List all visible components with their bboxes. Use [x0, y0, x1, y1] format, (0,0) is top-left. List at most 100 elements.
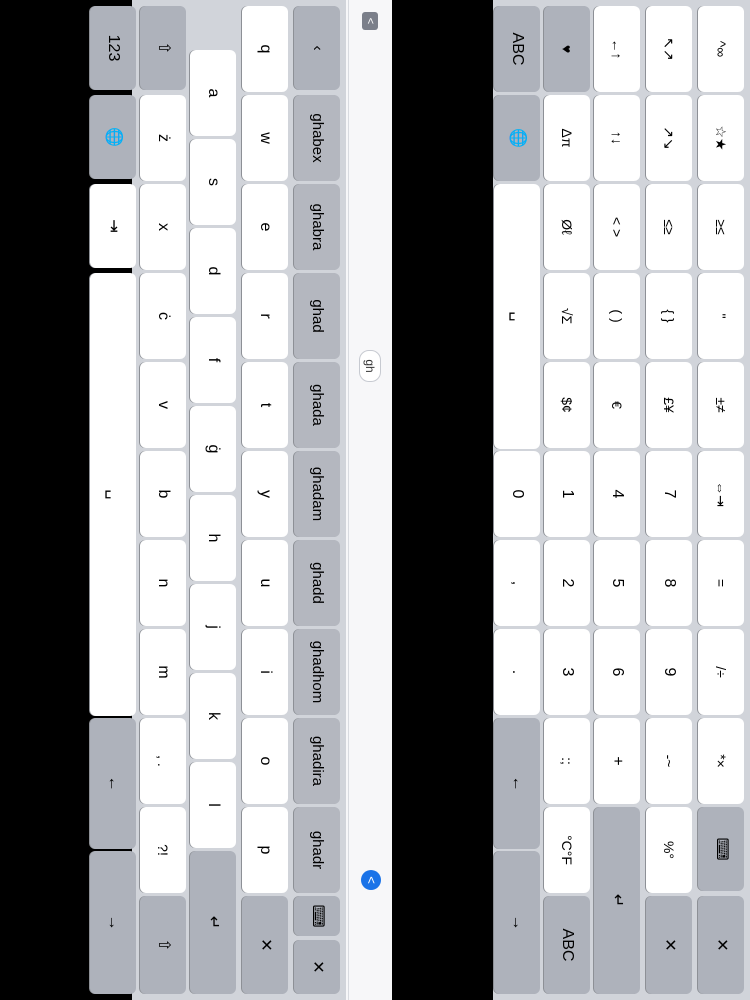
delete-key[interactable]: ✕ — [242, 896, 288, 994]
delete-key[interactable]: ✕ — [698, 896, 744, 994]
tab-key[interactable]: ⇥ — [90, 184, 136, 268]
key-j[interactable]: j — [190, 584, 236, 670]
key-braces[interactable]: { } — [646, 273, 692, 359]
suggestion-word[interactable]: ghadd — [294, 540, 340, 626]
left-arrow-key[interactable]: ← — [494, 718, 540, 849]
right-arrow-key[interactable]: → — [494, 851, 540, 994]
key-minus-tilde[interactable]: -~ — [646, 718, 692, 804]
suggestion-back[interactable]: ‹ — [294, 6, 340, 90]
key-q[interactable]: q — [242, 6, 288, 92]
abc-key[interactable]: ABC — [544, 896, 590, 994]
key-1[interactable]: 1 — [544, 451, 590, 537]
key-h[interactable]: h — [190, 495, 236, 581]
key-d[interactable]: d — [190, 228, 236, 314]
key-apple-heart[interactable]: ♥ — [544, 6, 590, 92]
keyboard-hide-key[interactable]: ⌨ — [698, 807, 744, 891]
return-key[interactable]: ↵ — [190, 851, 236, 994]
key-b[interactable]: b — [140, 451, 186, 537]
key-e[interactable]: e — [242, 184, 288, 270]
shift-key[interactable]: ⇧ — [140, 6, 186, 90]
key-oslash-ell[interactable]: Øℓ — [544, 184, 590, 270]
key-sqrt-sigma[interactable]: √Σ — [544, 273, 590, 359]
delete-key[interactable]: ✕ — [646, 896, 692, 994]
key-stars[interactable]: ☆★ — [698, 95, 744, 181]
key-p[interactable]: p — [242, 807, 288, 893]
key-9[interactable]: 9 — [646, 629, 692, 715]
key-8[interactable]: 8 — [646, 540, 692, 626]
key-r[interactable]: r — [242, 273, 288, 359]
key-pound-yen[interactable]: £¥ — [646, 362, 692, 448]
key-caret-infinity[interactable]: ^∞ — [698, 6, 744, 92]
key-a[interactable]: a — [190, 50, 236, 136]
return-key[interactable]: ↵ — [594, 807, 640, 994]
key-comma-period[interactable]: , . — [140, 718, 186, 804]
suggestion-word[interactable]: ghada — [294, 362, 340, 448]
key-5[interactable]: 5 — [594, 540, 640, 626]
key-arrows[interactable]: ⇔⇥ — [698, 451, 744, 537]
key-0[interactable]: 0 — [494, 451, 540, 537]
collapse-chip[interactable]: < — [362, 12, 378, 30]
key-euro[interactable]: € — [594, 362, 640, 448]
key-4[interactable]: 4 — [594, 451, 640, 537]
key-v[interactable]: v — [140, 362, 186, 448]
key-m[interactable]: m — [140, 629, 186, 715]
key-period[interactable]: . — [494, 629, 540, 715]
key-quotes[interactable]: '' — [698, 273, 744, 359]
suggestion-word[interactable]: ghad — [294, 273, 340, 359]
key-diag-arrows-2[interactable]: ↗↘ — [646, 95, 692, 181]
key-c-dot[interactable]: ċ — [140, 273, 186, 359]
key-angle-brackets[interactable]: < > — [594, 184, 640, 270]
key-asterisk-times[interactable]: *× — [698, 718, 744, 804]
key-plus[interactable]: + — [594, 718, 640, 804]
abc-key[interactable]: ABC — [494, 6, 540, 92]
key-3[interactable]: 3 — [544, 629, 590, 715]
globe-icon[interactable]: 🌐 — [494, 95, 540, 181]
key-plusminus-ne[interactable]: ±≠ — [698, 362, 744, 448]
key-s[interactable]: s — [190, 139, 236, 225]
key-le-ge[interactable]: ≤≥ — [646, 184, 692, 270]
key-k[interactable]: k — [190, 673, 236, 759]
key-diag-arrows[interactable]: ↖↗ — [646, 6, 692, 92]
key-o[interactable]: o — [242, 718, 288, 804]
space-key[interactable]: ␣ — [494, 184, 540, 449]
suggestion-word[interactable]: ghadhom — [294, 629, 340, 715]
key-w[interactable]: w — [242, 95, 288, 181]
key-celsius-fahrenheit[interactable]: °C°F — [544, 807, 590, 893]
space-key[interactable]: ␣ — [90, 273, 136, 716]
suggestion-word[interactable]: ghabra — [294, 184, 340, 270]
left-arrow-key[interactable]: ← — [90, 718, 136, 849]
suggestion-word[interactable]: ghadam — [294, 451, 340, 537]
go-chip[interactable]: < — [361, 870, 381, 890]
key-dollar-cent[interactable]: $¢ — [544, 362, 590, 448]
key-2[interactable]: 2 — [544, 540, 590, 626]
suggestion-word[interactable]: ghabex — [294, 95, 340, 181]
key-arrows-lr[interactable]: ←↑ — [594, 6, 640, 92]
suggestion-word[interactable]: ghadira — [294, 718, 340, 804]
key-z-dot[interactable]: ż — [140, 95, 186, 181]
current-word-chip[interactable]: gh — [359, 350, 381, 382]
numbers-key[interactable]: 123 — [90, 6, 136, 90]
globe-icon[interactable]: 🌐 — [90, 95, 136, 179]
key-7[interactable]: 7 — [646, 451, 692, 537]
key-n[interactable]: n — [140, 540, 186, 626]
key-parentheses[interactable]: ( ) — [594, 273, 640, 359]
key-ge-le[interactable]: ≥≤ — [698, 184, 744, 270]
right-arrow-key[interactable]: → — [90, 851, 136, 994]
suggestion-word[interactable]: ghadr — [294, 807, 340, 893]
shift-key[interactable]: ⇧ — [140, 896, 186, 994]
key-u[interactable]: u — [242, 540, 288, 626]
key-equals[interactable]: = — [698, 540, 744, 626]
delete-key[interactable]: ✕ — [294, 940, 340, 994]
key-f[interactable]: f — [190, 317, 236, 403]
key-slash-divide[interactable]: /÷ — [698, 629, 744, 715]
key-i[interactable]: i — [242, 629, 288, 715]
key-g-dot[interactable]: ġ — [190, 406, 236, 492]
key-l[interactable]: l — [190, 762, 236, 848]
key-6[interactable]: 6 — [594, 629, 640, 715]
key-question-exclaim[interactable]: ?! — [140, 807, 186, 893]
key-comma[interactable]: , — [494, 540, 540, 626]
key-y[interactable]: y — [242, 451, 288, 537]
key-arrows-ud[interactable]: ↑↓ — [594, 95, 640, 181]
keyboard-hide-key[interactable]: ⌨ — [294, 896, 340, 936]
key-colon-semicolon[interactable]: :; — [544, 718, 590, 804]
